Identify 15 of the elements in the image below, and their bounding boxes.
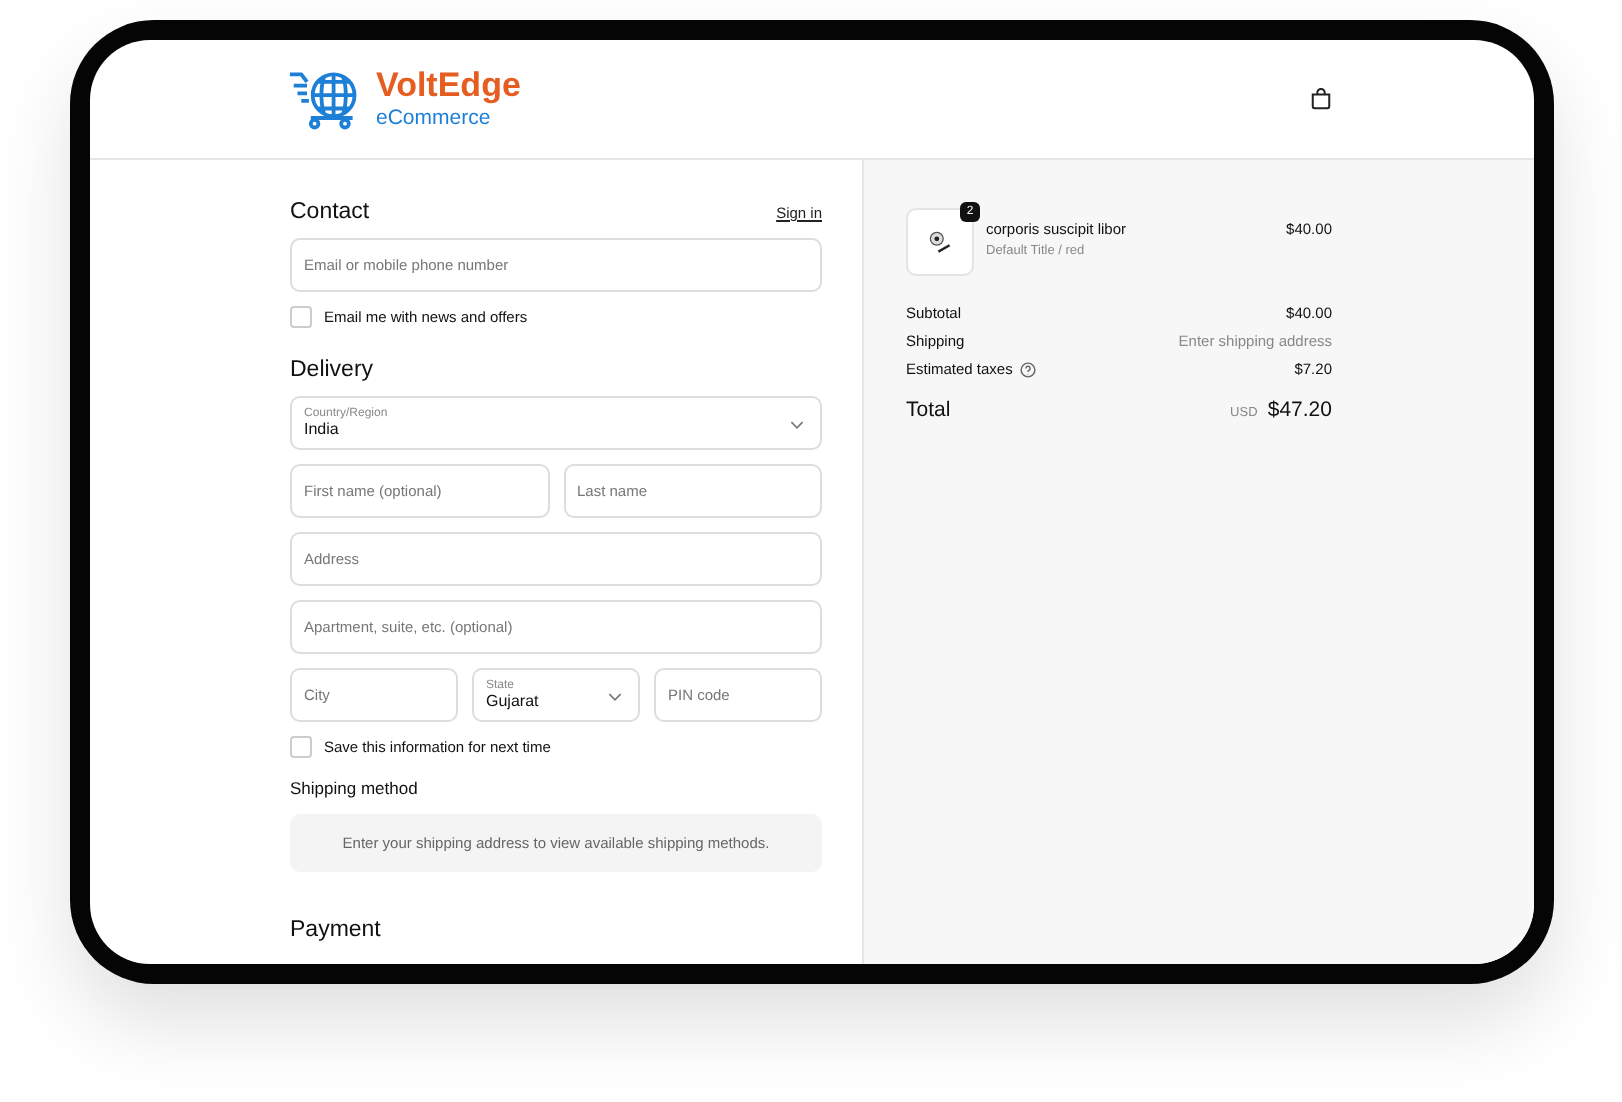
section-subheading: Shipping method [290, 778, 420, 798]
shopping-bag-icon[interactable] [1310, 88, 1332, 110]
total-label: Total [906, 398, 951, 422]
product-image-icon [924, 226, 956, 258]
checkbox[interactable] [290, 736, 312, 758]
total-amount: $47.20 [1267, 398, 1332, 422]
brand-tagline: eCommerce [376, 108, 493, 130]
chevron-down-icon [790, 420, 804, 430]
chevron-down-icon [608, 692, 622, 702]
brand-name: VoltEdge [376, 68, 521, 103]
section-heading: Delivery [290, 358, 376, 382]
checkbox[interactable] [290, 306, 312, 328]
section-heading: Contact [290, 200, 370, 224]
help-icon[interactable] [1020, 361, 1037, 377]
section-heading: Payment [290, 918, 383, 942]
